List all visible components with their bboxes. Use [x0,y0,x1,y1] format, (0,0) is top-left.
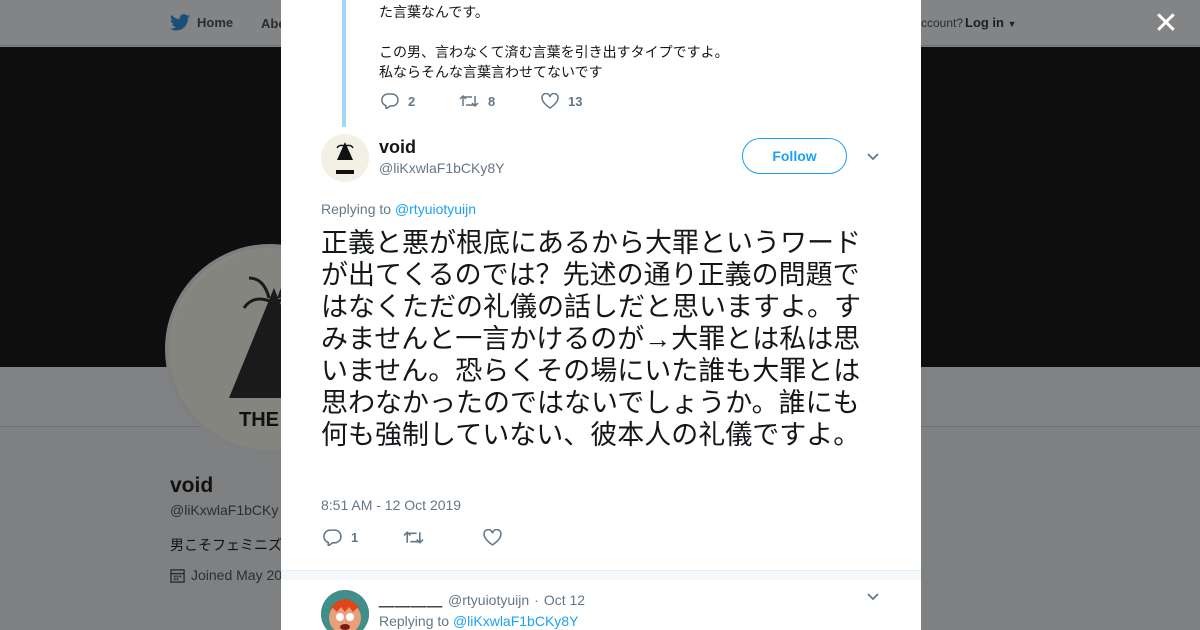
author-name[interactable]: void [379,137,416,158]
caret-down-icon: ▼ [1007,19,1017,29]
retweet-button[interactable] [403,529,483,546]
close-icon[interactable]: ✕ [1153,9,1179,39]
chevron-down-icon[interactable] [866,592,880,602]
reply-header: ＿＿＿＿ @rtyuiotyuijn · Oct 12 [379,589,585,610]
previous-tweet-actions: 2 8 13 [381,93,582,109]
retweet-button[interactable]: 8 [459,93,541,109]
previous-tweet-text: た言葉なんです。 この男、言わなくて済む言葉を引き出すタイプですよ。 私ならそん… [379,4,729,80]
reply-author-avatar[interactable] [321,590,369,630]
reply-author-handle[interactable]: @rtyuiotyuijn [448,592,529,608]
like-icon [483,529,502,546]
retweet-icon [403,531,424,544]
retweet-icon [459,94,479,108]
tweet-actions: 1 [323,529,502,546]
thread-connector-line [342,0,346,127]
reply-button[interactable]: 2 [381,93,459,109]
reply-count: 2 [408,93,416,109]
like-count: 13 [568,93,583,109]
retweet-count: 8 [488,93,496,109]
profile-name: void [170,474,214,497]
chevron-down-icon[interactable] [866,152,880,162]
reply-icon [381,93,399,109]
have-account-text: ccount? [921,16,964,30]
profile-handle: @liKxwlaF1bCKy [170,502,279,518]
tweet-timestamp[interactable]: 8:51 AM - 12 Oct 2019 [321,497,461,513]
reply-icon [323,529,342,546]
replying-to-line: Replying to @rtyuiotyuijn [321,201,476,217]
author-avatar[interactable] [321,134,369,182]
login-dropdown[interactable]: Log in ▼ [965,15,1017,30]
twitter-bird-icon [170,14,190,31]
profile-joined-text: Joined May 20 [191,567,283,583]
follow-button[interactable]: Follow [742,138,847,174]
login-label: Log in [965,15,1004,30]
nav-home[interactable]: Home [170,14,233,31]
replying-to-prefix: Replying to [321,201,392,217]
nav-home-label: Home [197,15,234,30]
author-handle[interactable]: @liKxwlaF1bCKy8Y [379,160,504,176]
reply-date[interactable]: Oct 12 [544,592,585,608]
reply-replying-link[interactable]: @liKxwlaF1bCKy8Y [453,613,578,629]
reply-count: 1 [351,530,359,545]
profile-bio: 男こそフェミニズ [170,537,282,553]
reply-button[interactable]: 1 [323,529,403,546]
reply-replying-to-line: Replying to @liKxwlaF1bCKy8Y [379,613,578,629]
reply-replying-prefix: Replying to [379,613,450,629]
calendar-icon [170,568,185,583]
tweet-text: 正義と悪が根底にあるから大罪というワードが出てくるのでは？先述の通り正義の問題で… [321,228,861,450]
like-button[interactable]: 13 [541,93,582,109]
tweet-modal: た言葉なんです。 この男、言わなくて済む言葉を引き出すタイプですよ。 私ならそん… [281,0,921,630]
replies-divider [281,570,921,580]
profile-joined: Joined May 20 [170,567,282,583]
replying-to-link[interactable]: @rtyuiotyuijn [395,201,476,217]
separator-dot: · [534,591,539,608]
like-icon [541,93,559,109]
reply-author-name[interactable]: ＿＿＿＿ [379,589,443,610]
like-button[interactable] [483,529,502,546]
